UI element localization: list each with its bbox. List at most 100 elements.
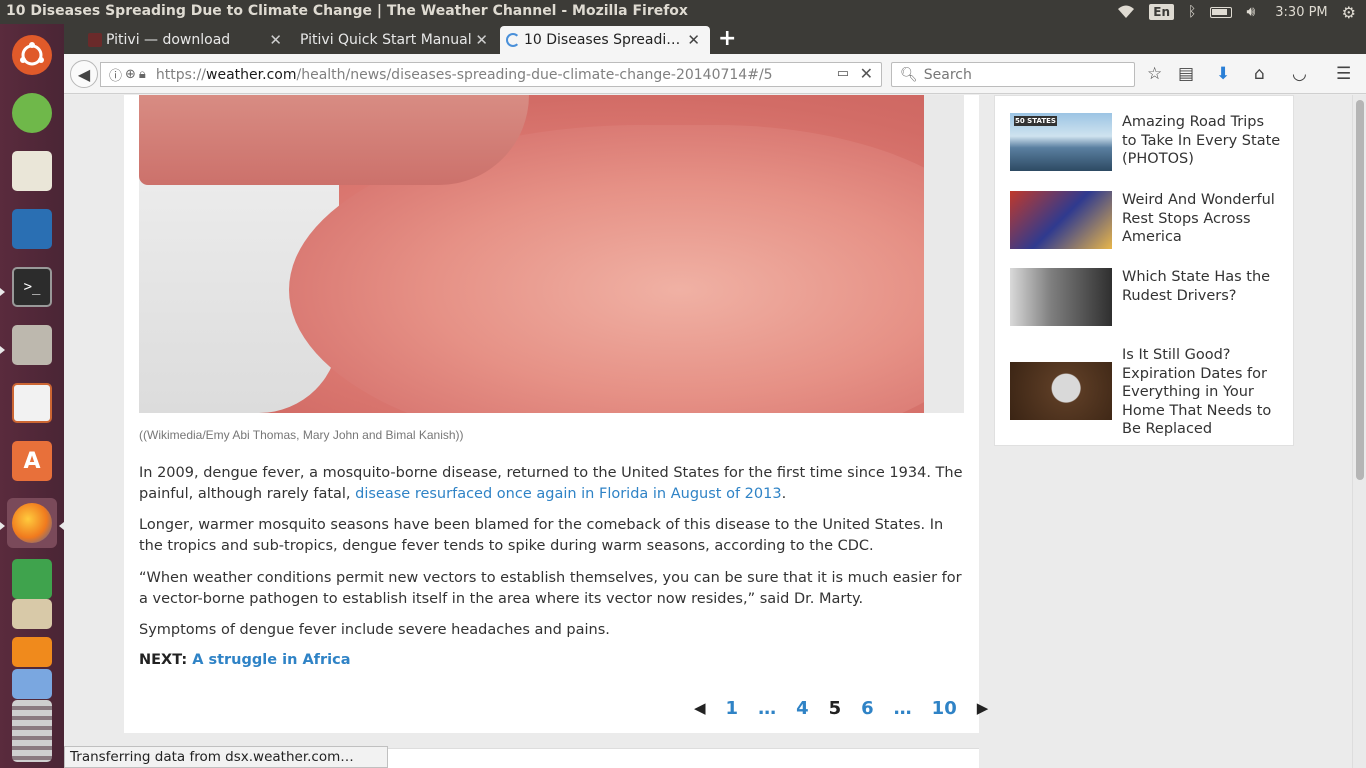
- indicator-area: En ᛒ 🔊︎ 3:30 PM ⚙: [1117, 0, 1356, 24]
- page-scrollbar[interactable]: [1352, 95, 1366, 768]
- next-slide: NEXT: A struggle in Africa: [139, 652, 351, 668]
- article-card: ((Wikimedia/Emy Abi Thomas, Mary John an…: [124, 95, 988, 733]
- ubuntu-logo-icon: [12, 35, 52, 75]
- coffee-thumbnail[interactable]: [1010, 362, 1112, 420]
- terminal-icon: >_: [12, 267, 52, 307]
- page-link-4[interactable]: 4: [796, 698, 809, 719]
- volume-icon[interactable]: 🔊︎: [1246, 4, 1255, 20]
- reader-view-icon[interactable]: ▭: [837, 66, 849, 81]
- window-title: 10 Diseases Spreading Due to Climate Cha…: [6, 3, 688, 19]
- bookmarks-library-icon[interactable]: ▤: [1178, 64, 1194, 84]
- home-icon[interactable]: ⌂: [1254, 64, 1265, 84]
- prev-page-arrow-icon[interactable]: ◀: [694, 699, 706, 717]
- launcher-files[interactable]: [7, 320, 57, 370]
- pitivi-favicon-icon: [88, 33, 102, 47]
- search-placeholder: Search: [923, 66, 972, 83]
- firefox-icon: [12, 503, 52, 543]
- launcher-amazon[interactable]: [7, 594, 57, 634]
- writer-icon: [12, 209, 52, 249]
- files-icon: [12, 325, 52, 365]
- scrollbar-thumb[interactable]: [1356, 100, 1364, 480]
- tab-label: Pitivi — download: [106, 32, 231, 48]
- launcher-android-studio[interactable]: [7, 88, 57, 138]
- launcher-writer[interactable]: [7, 204, 57, 254]
- launcher-software-center[interactable]: A: [7, 436, 57, 486]
- tab-label: Pitivi Quick Start Manual: [300, 32, 472, 48]
- paragraph-3: “When weather conditions permit new vect…: [139, 570, 962, 607]
- launcher-document-viewer[interactable]: [7, 378, 57, 428]
- tab-strip: Pitivi — download ✕ Pitivi Quick Start M…: [64, 24, 1366, 54]
- launcher-collapsed-stack[interactable]: [7, 696, 57, 766]
- new-tab-button[interactable]: +: [718, 26, 736, 51]
- page-link-6[interactable]: 6: [861, 698, 874, 719]
- paragraph-4: Symptoms of dengue fever include severe …: [139, 622, 610, 638]
- tab-pitivi-download[interactable]: Pitivi — download ✕: [82, 26, 292, 54]
- photo-caption: ((Wikimedia/Emy Abi Thomas, Mary John an…: [139, 428, 464, 442]
- search-icon: 🔍︎: [900, 66, 918, 83]
- pocket-icon[interactable]: ◡: [1292, 64, 1307, 84]
- menu-hamburger-icon[interactable]: ☰: [1336, 64, 1351, 84]
- keyboard-layout-indicator[interactable]: En: [1149, 4, 1175, 20]
- search-bar[interactable]: 🔍︎ Search: [891, 62, 1135, 87]
- stop-loading-icon[interactable]: ✕: [860, 64, 873, 83]
- page-ellipsis[interactable]: …: [894, 698, 912, 719]
- close-tab-icon[interactable]: ✕: [269, 31, 282, 49]
- bookmark-star-icon[interactable]: ☆: [1147, 64, 1162, 84]
- downloads-icon[interactable]: ⬇: [1216, 64, 1230, 84]
- status-panel: Transferring data from dsx.weather.com…: [64, 746, 388, 768]
- insecure-lock-icon[interactable]: 🔒︎: [139, 67, 146, 82]
- stacked-apps-icon: [12, 700, 52, 762]
- tab-current-article[interactable]: 10 Diseases Spreadi… ✕: [500, 26, 710, 54]
- navigation-toolbar: ◀ ⓘ ⊕ 🔒︎ https://weather.com/health/news…: [64, 54, 1366, 94]
- running-indicator: [0, 288, 5, 296]
- page-link-10[interactable]: 10: [932, 698, 957, 719]
- unity-launcher: >_ A: [0, 24, 64, 768]
- related-title[interactable]: Which State Has the Rudest Drivers?: [1122, 268, 1282, 305]
- launcher-firefox[interactable]: [7, 498, 57, 548]
- photo-sheet-right: [924, 95, 964, 413]
- running-indicator: [0, 346, 5, 354]
- tab-label: 10 Diseases Spreadi…: [524, 32, 681, 48]
- amazon-icon: [12, 599, 52, 629]
- running-indicator: [0, 522, 5, 530]
- page-ellipsis[interactable]: …: [758, 698, 776, 719]
- clock[interactable]: 3:30 PM: [1275, 5, 1327, 20]
- related-title[interactable]: Is It Still Good? Expiration Dates for E…: [1122, 346, 1282, 439]
- battery-icon[interactable]: [1210, 6, 1233, 18]
- close-tab-icon[interactable]: ✕: [475, 31, 488, 49]
- url-text[interactable]: https://weather.com/health/news/diseases…: [156, 67, 773, 83]
- bluetooth-icon[interactable]: ᛒ: [1188, 4, 1196, 20]
- launcher-dash[interactable]: [7, 30, 57, 80]
- page-link-1[interactable]: 1: [726, 698, 739, 719]
- launcher-terminal[interactable]: >_: [7, 262, 57, 312]
- road-trip-thumbnail[interactable]: 50 STATES: [1010, 113, 1112, 171]
- article-inline-link[interactable]: disease resurfaced once again in Florida…: [355, 486, 781, 502]
- article-photo: [139, 95, 964, 413]
- next-slide-link[interactable]: A struggle in Africa: [192, 652, 350, 668]
- url-bar[interactable]: ⓘ ⊕ 🔒︎ https://weather.com/health/news/d…: [100, 62, 882, 87]
- rude-drivers-thumbnail[interactable]: [1010, 268, 1112, 326]
- media-icon: [12, 669, 52, 699]
- page-current: 5: [828, 697, 842, 719]
- top-panel: 10 Diseases Spreading Due to Climate Cha…: [0, 0, 1366, 24]
- info-icon[interactable]: ⓘ: [109, 65, 122, 84]
- related-articles-panel: 50 STATES Amazing Road Trips to Take In …: [994, 95, 1294, 446]
- back-button[interactable]: ◀: [70, 60, 98, 88]
- tracking-icon[interactable]: ⊕: [125, 67, 136, 82]
- paragraph-1: In 2009, dengue fever, a mosquito-borne …: [139, 465, 963, 502]
- settings-gear-icon[interactable]: ⚙: [1342, 3, 1356, 22]
- thumbnail-badge: 50 STATES: [1014, 116, 1057, 126]
- pagination: ◀ 1 … 4 5 6 … 10 ▶: [684, 695, 998, 721]
- related-title[interactable]: Weird And Wonderful Rest Stops Across Am…: [1122, 191, 1282, 247]
- vlc-icon: [12, 637, 52, 667]
- tab-pitivi-manual[interactable]: Pitivi Quick Start Manual ✕: [292, 26, 498, 54]
- wifi-icon[interactable]: [1117, 5, 1135, 19]
- photo-arm: [139, 95, 529, 185]
- launcher-text-editor[interactable]: [7, 146, 57, 196]
- rest-stop-thumbnail[interactable]: [1010, 191, 1112, 249]
- related-title[interactable]: Amazing Road Trips to Take In Every Stat…: [1122, 113, 1282, 169]
- back-arrow-icon: ◀: [77, 64, 91, 84]
- close-tab-icon[interactable]: ✕: [687, 31, 700, 49]
- next-page-arrow-icon[interactable]: ▶: [977, 699, 989, 717]
- document-viewer-icon: [12, 383, 52, 423]
